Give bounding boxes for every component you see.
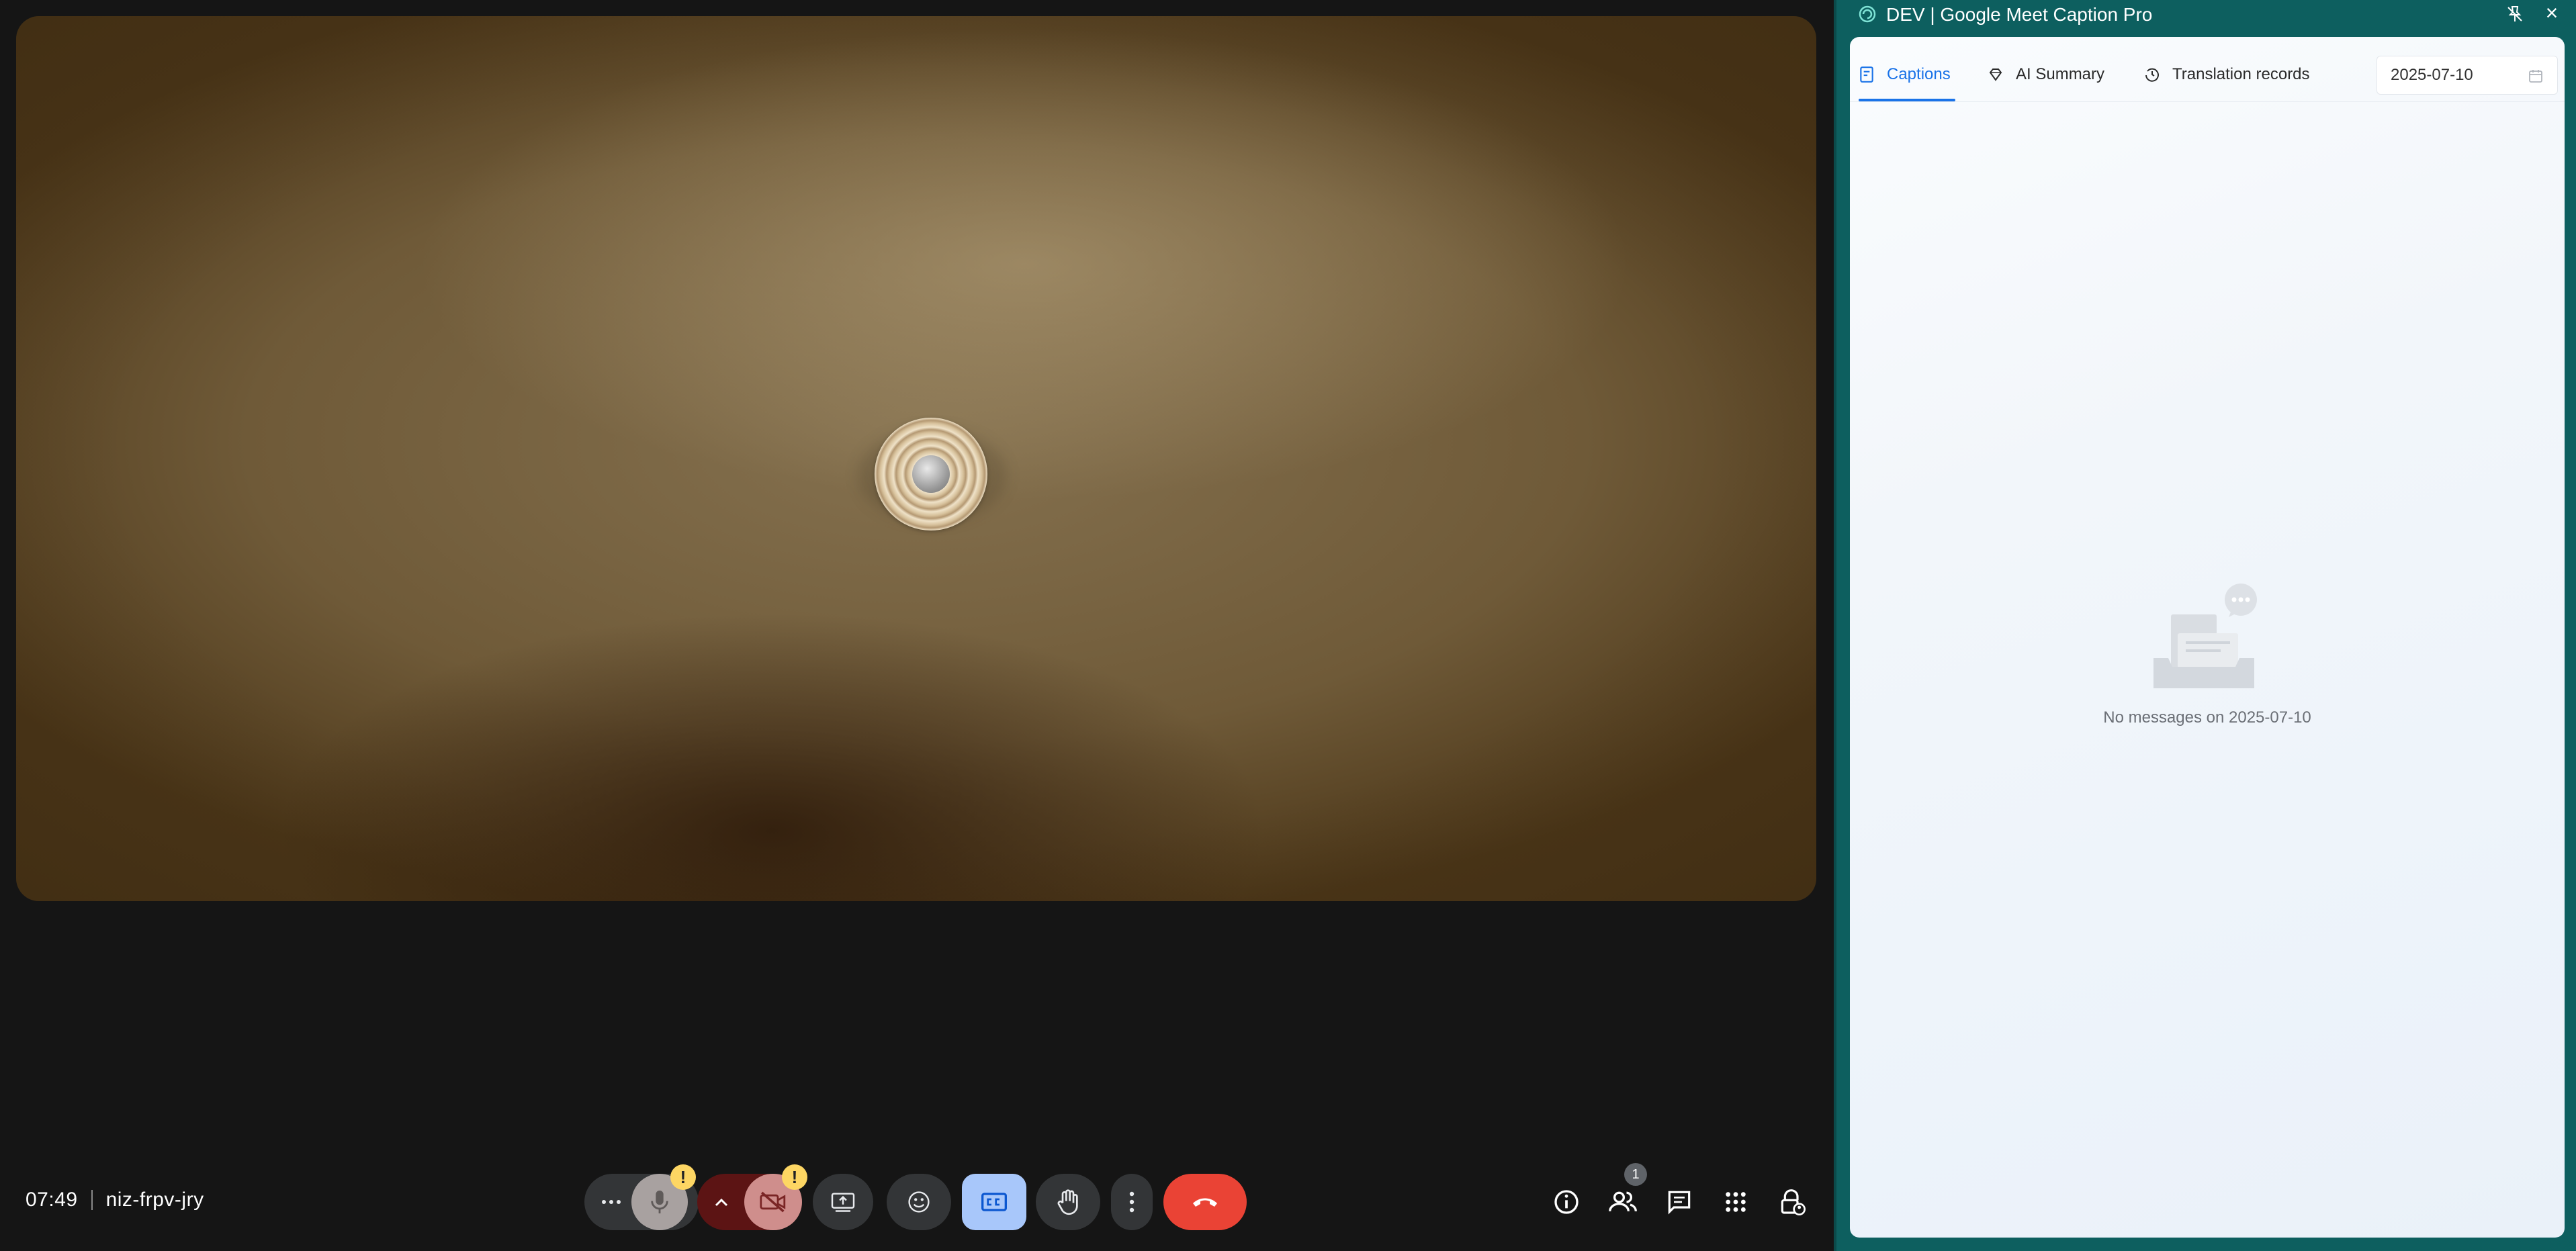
panel-tabs: Captions AI Summary Translation records … <box>1850 37 2565 102</box>
more-vert-icon <box>1129 1191 1135 1213</box>
empty-inbox-icon <box>2153 584 2257 688</box>
camera-control-group: ! <box>697 1164 807 1230</box>
chevron-up-icon <box>715 1198 728 1207</box>
captions-icon <box>981 1193 1007 1211</box>
lock-person-icon <box>1781 1189 1806 1215</box>
present-screen-button[interactable] <box>813 1174 873 1230</box>
empty-state-message: No messages on 2025-07-10 <box>2103 708 2311 727</box>
close-panel-button[interactable]: × <box>2542 2 2562 24</box>
tab-captions[interactable]: Captions <box>1859 54 1951 95</box>
app-logo-icon <box>1859 5 1876 23</box>
captions-button[interactable] <box>962 1174 1026 1230</box>
tab-translation-records-label: Translation records <box>2172 65 2310 83</box>
activities-button[interactable] <box>1707 1174 1764 1230</box>
camera-warning-badge: ! <box>782 1164 807 1190</box>
end-call-icon <box>1193 1198 1217 1207</box>
empty-state: No messages on 2025-07-10 <box>1850 581 2565 727</box>
tabs-divider <box>1850 101 2565 102</box>
caption-pro-window: DEV | Google Meet Caption Pro × Captions… <box>1834 0 2576 1251</box>
chat-button[interactable] <box>1651 1174 1707 1230</box>
emoji-reaction-icon <box>908 1191 930 1213</box>
captions-doc-icon <box>1860 66 1873 83</box>
end-call-button[interactable] <box>1163 1174 1247 1230</box>
meeting-details-button[interactable] <box>1538 1174 1595 1230</box>
present-screen-icon <box>831 1193 855 1212</box>
calendar-icon <box>2529 70 2542 83</box>
diamond-icon <box>1989 68 2002 81</box>
microphone-muted-icon <box>651 1191 668 1213</box>
host-controls-button[interactable] <box>1764 1174 1820 1230</box>
apps-grid-icon <box>1726 1192 1746 1212</box>
meeting-code: niz-frpv-jry <box>105 1189 204 1211</box>
info-icon <box>1554 1190 1579 1214</box>
date-picker-value: 2025-07-10 <box>2391 66 2473 84</box>
people-count-badge: 1 <box>1624 1163 1647 1186</box>
date-picker[interactable]: 2025-07-10 <box>2377 56 2558 95</box>
empty-inbox-illustration <box>2133 581 2281 702</box>
meet-window: 07:49 niz-frpv-jry ! ! 1 <box>0 0 1834 1251</box>
meeting-info-divider <box>91 1190 93 1210</box>
participant-avatar <box>875 418 987 530</box>
camera-off-icon <box>760 1191 786 1213</box>
microphone-warning-badge: ! <box>670 1164 696 1190</box>
more-horiz-icon <box>602 1200 621 1204</box>
panel-window-title: DEV | Google Meet Caption Pro <box>1886 4 2153 25</box>
avatar-stone <box>912 455 950 493</box>
tab-translation-records[interactable]: Translation records <box>2144 54 2310 95</box>
pin-icon[interactable] <box>2505 4 2525 24</box>
meet-control-bar: 07:49 niz-frpv-jry ! ! 1 <box>0 1163 1834 1236</box>
meeting-time: 07:49 <box>26 1189 78 1211</box>
participant-video-tile <box>16 16 1816 901</box>
more-options-button[interactable] <box>1111 1174 1153 1230</box>
meeting-info: 07:49 niz-frpv-jry <box>26 1189 204 1211</box>
panel-titlebar: DEV | Google Meet Caption Pro × <box>1836 0 2576 30</box>
tab-ai-summary[interactable]: AI Summary <box>1988 54 2104 95</box>
video-settings-button[interactable] <box>697 1174 746 1230</box>
caption-panel: Captions AI Summary Translation records … <box>1850 37 2565 1238</box>
raise-hand-button[interactable] <box>1036 1174 1100 1230</box>
emoji-reaction-button[interactable] <box>887 1174 951 1230</box>
tab-ai-summary-label: AI Summary <box>2016 65 2105 83</box>
history-icon <box>2145 68 2159 82</box>
raise-hand-icon <box>1057 1189 1078 1215</box>
people-icon <box>1609 1191 1637 1211</box>
microphone-control-group: ! <box>584 1164 699 1230</box>
audio-settings-button[interactable] <box>584 1174 638 1230</box>
chat-icon <box>1668 1191 1691 1215</box>
tab-captions-label: Captions <box>1887 65 1951 83</box>
